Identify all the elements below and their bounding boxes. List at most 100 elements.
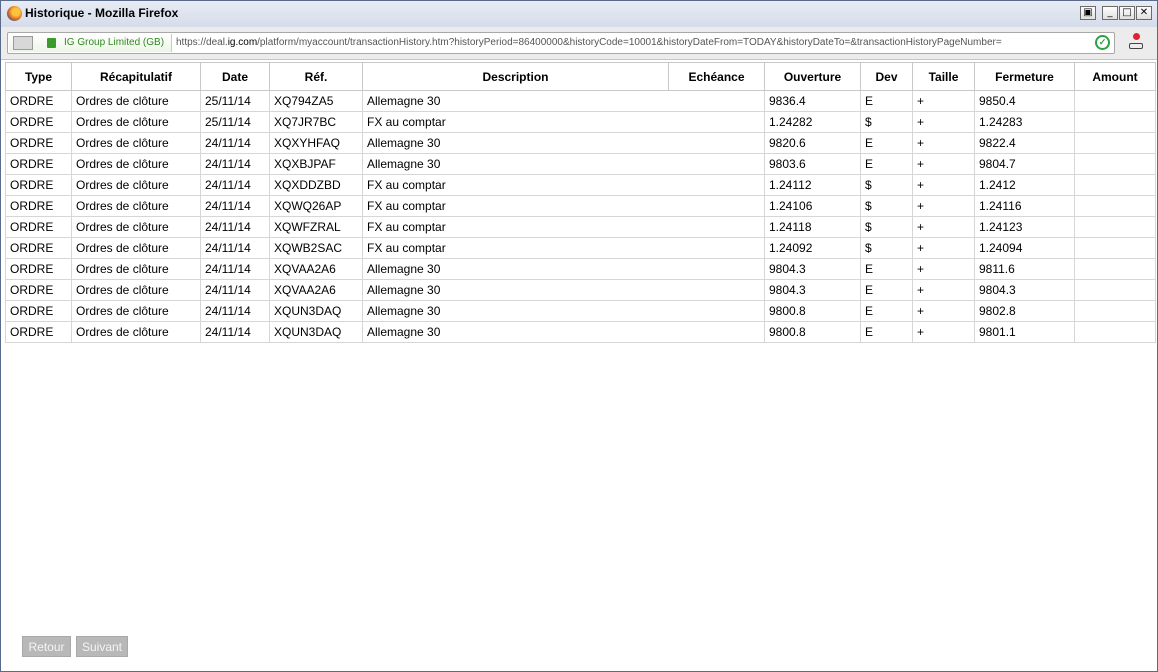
recap-cell: Ordres de clôture — [71, 153, 201, 175]
next-page-button[interactable]: Suivant — [76, 636, 128, 657]
dev-cell: $ — [860, 216, 913, 238]
dev-cell: E — [860, 132, 913, 154]
ref-cell: XQXBJPAF — [269, 153, 363, 175]
table-row[interactable]: ORDRE Ordres de clôture 24/11/14 XQWQ26AP FX… — [5, 195, 1156, 217]
echeance-cell — [668, 132, 765, 154]
date-cell: 25/11/14 — [200, 111, 270, 133]
amount-cell — [1074, 90, 1156, 112]
recap-cell: Ordres de clôture — [71, 216, 201, 238]
previous-page-button[interactable]: Retour — [22, 636, 71, 657]
close-button[interactable]: ✕ — [1136, 6, 1152, 20]
taille-cell: + — [912, 216, 975, 238]
site-identity-button[interactable]: IG Group Limited (GB) — [9, 34, 172, 52]
taille-cell: + — [912, 300, 975, 322]
site-identity-label: IG Group Limited (GB) — [64, 37, 165, 48]
recap-cell: Ordres de clôture — [71, 111, 201, 133]
ref-cell: XQXDDZBD — [269, 174, 363, 196]
description-cell: Allemagne 30 — [362, 321, 669, 343]
echeance-cell — [668, 321, 765, 343]
echeance-cell — [668, 237, 765, 259]
type-cell: ORDRE — [5, 300, 72, 322]
page-icon — [13, 36, 33, 50]
col-ouverture-header[interactable]: Ouverture — [764, 62, 861, 91]
description-cell: FX au comptar — [362, 237, 669, 259]
date-cell: 24/11/14 — [200, 321, 270, 343]
ouverture-cell: 1.24118 — [764, 216, 861, 238]
col-date-header[interactable]: Date — [200, 62, 270, 91]
description-cell: Allemagne 30 — [362, 90, 669, 112]
ref-cell: XQWQ26AP — [269, 195, 363, 217]
description-cell: FX au comptar — [362, 174, 669, 196]
url-field[interactable]: IG Group Limited (GB) https://deal.ig.co… — [7, 32, 1115, 54]
recap-cell: Ordres de clôture — [71, 90, 201, 112]
fermeture-cell: 1.24123 — [974, 216, 1075, 238]
title-bar: Historique - Mozilla Firefox ▣ _ □ ✕ — [1, 1, 1157, 28]
table-row[interactable]: ORDRE Ordres de clôture 24/11/14 XQXYHFAQ Al… — [5, 132, 1156, 154]
description-cell: Allemagne 30 — [362, 279, 669, 301]
col-ref-header[interactable]: Réf. — [269, 62, 363, 91]
ouverture-cell: 1.24282 — [764, 111, 861, 133]
fermeture-cell: 9811.6 — [974, 258, 1075, 280]
col-amount-header[interactable]: Amount — [1074, 62, 1156, 91]
table-row[interactable]: ORDRE Ordres de clôture 25/11/14 XQ794ZA5 Al… — [5, 90, 1156, 112]
maximize-button[interactable]: □ — [1119, 6, 1135, 20]
table-row[interactable]: ORDRE Ordres de clôture 24/11/14 XQVAA2A6 Al… — [5, 279, 1156, 301]
col-description-header[interactable]: Description — [362, 62, 669, 91]
description-cell: FX au comptar — [362, 111, 669, 133]
ouverture-cell: 9803.6 — [764, 153, 861, 175]
amount-cell — [1074, 216, 1156, 238]
table-header-row: Type Récapitulatif Date Réf. Description Eché… — [5, 62, 1156, 91]
taille-cell: + — [912, 237, 975, 259]
table-row[interactable]: ORDRE Ordres de clôture 24/11/14 XQXBJPAF Al… — [5, 153, 1156, 175]
table-row[interactable]: ORDRE Ordres de clôture 25/11/14 XQ7JR7BC FX… — [5, 111, 1156, 133]
date-cell: 24/11/14 — [200, 300, 270, 322]
ouverture-cell: 9836.4 — [764, 90, 861, 112]
ouverture-cell: 9804.3 — [764, 279, 861, 301]
date-cell: 24/11/14 — [200, 237, 270, 259]
ouverture-cell: 9804.3 — [764, 258, 861, 280]
col-taille-header[interactable]: Taille — [912, 62, 975, 91]
restore-window-icon[interactable]: ▣ — [1080, 6, 1096, 20]
dev-cell: E — [860, 321, 913, 343]
echeance-cell — [668, 174, 765, 196]
amount-cell — [1074, 279, 1156, 301]
amount-cell — [1074, 132, 1156, 154]
table-row[interactable]: ORDRE Ordres de clôture 24/11/14 XQUN3DAQ Al… — [5, 321, 1156, 343]
taille-cell: + — [912, 258, 975, 280]
col-recap-header[interactable]: Récapitulatif — [71, 62, 201, 91]
amount-cell — [1074, 258, 1156, 280]
fermeture-cell: 1.24116 — [974, 195, 1075, 217]
table-row[interactable]: ORDRE Ordres de clôture 24/11/14 XQXDDZBD FX… — [5, 174, 1156, 196]
echeance-cell — [668, 300, 765, 322]
date-cell: 24/11/14 — [200, 279, 270, 301]
table-row[interactable]: ORDRE Ordres de clôture 24/11/14 XQUN3DAQ Al… — [5, 300, 1156, 322]
echeance-cell — [668, 279, 765, 301]
verified-check-icon[interactable]: ✓ — [1095, 35, 1110, 50]
url-text[interactable]: https://deal.ig.com/platform/myaccount/t… — [176, 37, 1088, 48]
minimize-button[interactable]: _ — [1102, 6, 1118, 20]
table-row[interactable]: ORDRE Ordres de clôture 24/11/14 XQVAA2A6 Al… — [5, 258, 1156, 280]
ref-cell: XQ794ZA5 — [269, 90, 363, 112]
addon-toolbar-icon[interactable] — [1127, 33, 1145, 51]
page-content: Type Récapitulatif Date Réf. Description Eché… — [5, 62, 1156, 669]
dev-cell: E — [860, 279, 913, 301]
browser-window: Historique - Mozilla Firefox ▣ _ □ ✕ IG … — [0, 0, 1158, 672]
amount-cell — [1074, 111, 1156, 133]
col-dev-header[interactable]: Dev — [860, 62, 913, 91]
description-cell: Allemagne 30 — [362, 258, 669, 280]
dev-cell: E — [860, 153, 913, 175]
type-cell: ORDRE — [5, 153, 72, 175]
table-row[interactable]: ORDRE Ordres de clôture 24/11/14 XQWB2SAC FX… — [5, 237, 1156, 259]
type-cell: ORDRE — [5, 195, 72, 217]
window-title: Historique - Mozilla Firefox — [25, 6, 179, 20]
description-cell: Allemagne 30 — [362, 300, 669, 322]
ouverture-cell: 1.24106 — [764, 195, 861, 217]
amount-cell — [1074, 237, 1156, 259]
col-fermeture-header[interactable]: Fermeture — [974, 62, 1075, 91]
col-echeance-header[interactable]: Echéance — [668, 62, 765, 91]
table-row[interactable]: ORDRE Ordres de clôture 24/11/14 XQWFZRAL FX… — [5, 216, 1156, 238]
col-type-header[interactable]: Type — [5, 62, 72, 91]
date-cell: 24/11/14 — [200, 195, 270, 217]
date-cell: 24/11/14 — [200, 174, 270, 196]
ouverture-cell: 1.24112 — [764, 174, 861, 196]
